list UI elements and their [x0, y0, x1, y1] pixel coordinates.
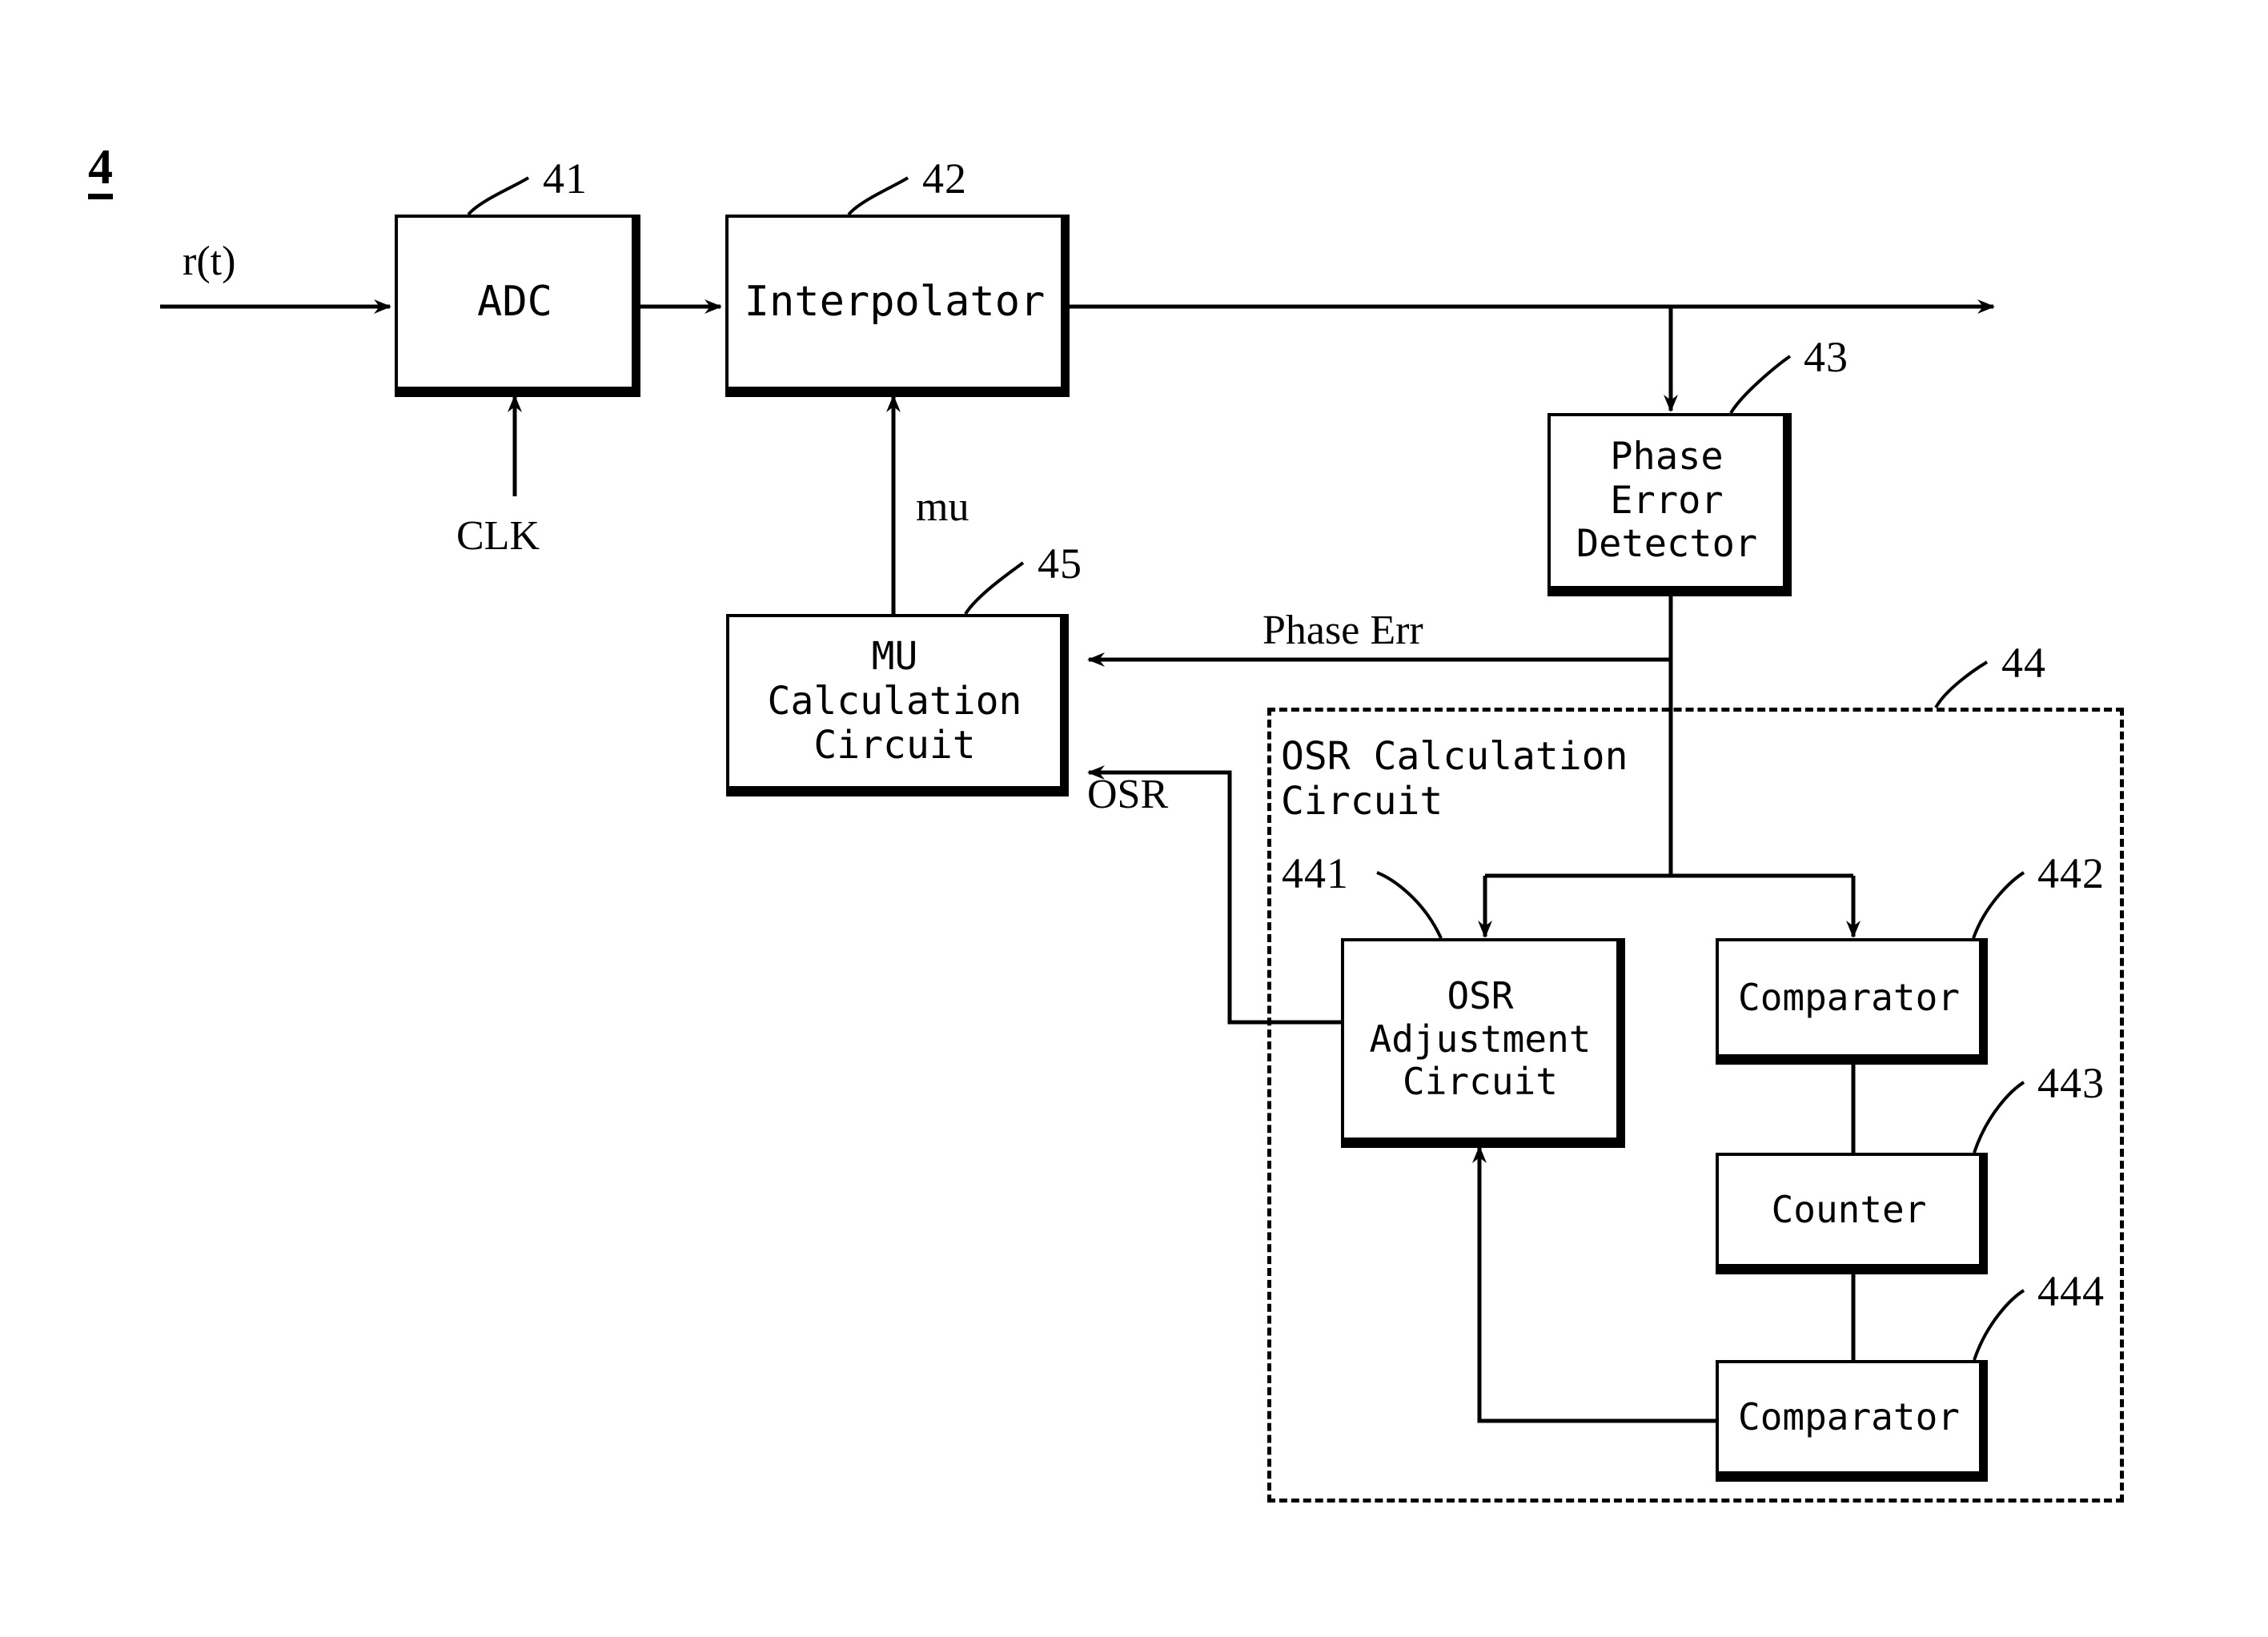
block-adc-label: ADC — [477, 278, 552, 327]
block-interpolator[interactable]: Interpolator — [725, 215, 1070, 397]
block-comparator-lower-label: Comparator — [1738, 1394, 1960, 1438]
input-signal-label: r(t) — [183, 239, 236, 284]
mu-signal-label: mu — [916, 484, 969, 530]
ref-numeral-442: 442 — [2037, 849, 2105, 897]
block-mu-calculation-circuit-label: MU Calculation Circuit — [767, 633, 1022, 768]
ref-numeral-42: 42 — [922, 154, 967, 203]
leader-42 — [847, 176, 909, 216]
leader-43 — [1729, 355, 1792, 415]
leader-41 — [467, 176, 530, 216]
block-interpolator-label: Interpolator — [744, 278, 1046, 327]
ref-numeral-441: 441 — [1282, 849, 1349, 897]
block-mu-calculation-circuit[interactable]: MU Calculation Circuit — [726, 614, 1069, 796]
block-comparator-upper[interactable]: Comparator — [1716, 938, 1988, 1065]
leader-44 — [1934, 660, 1989, 709]
osr-calculation-circuit-group-label: OSR Calculation Circuit — [1281, 734, 1628, 824]
block-osr-adjustment-circuit[interactable]: OSR Adjustment Circuit — [1341, 938, 1625, 1148]
block-osr-adjustment-circuit-label: OSR Adjustment Circuit — [1369, 974, 1592, 1104]
leader-45 — [964, 561, 1025, 616]
ref-numeral-45: 45 — [1038, 540, 1082, 588]
patent-block-diagram: ADC Interpolator Phase Error Detector MU… — [0, 0, 2268, 1637]
block-phase-error-detector[interactable]: Phase Error Detector — [1547, 413, 1792, 596]
figure-id-label: 4 — [88, 142, 113, 199]
ref-numeral-444: 444 — [2037, 1267, 2105, 1315]
block-comparator-upper-label: Comparator — [1738, 975, 1960, 1019]
block-counter[interactable]: Counter — [1716, 1153, 1988, 1274]
ref-numeral-41: 41 — [543, 154, 588, 203]
osr-signal-label: OSR — [1087, 772, 1169, 817]
block-phase-error-detector-label: Phase Error Detector — [1576, 435, 1758, 567]
ref-numeral-44: 44 — [2001, 639, 2046, 687]
clock-signal-label: CLK — [456, 513, 540, 559]
phase-err-signal-label: Phase Err — [1262, 608, 1423, 653]
ref-numeral-43: 43 — [1804, 333, 1849, 381]
block-adc[interactable]: ADC — [395, 215, 640, 397]
block-comparator-lower[interactable]: Comparator — [1716, 1360, 1988, 1482]
ref-numeral-443: 443 — [2037, 1059, 2105, 1107]
block-counter-label: Counter — [1771, 1187, 1927, 1231]
